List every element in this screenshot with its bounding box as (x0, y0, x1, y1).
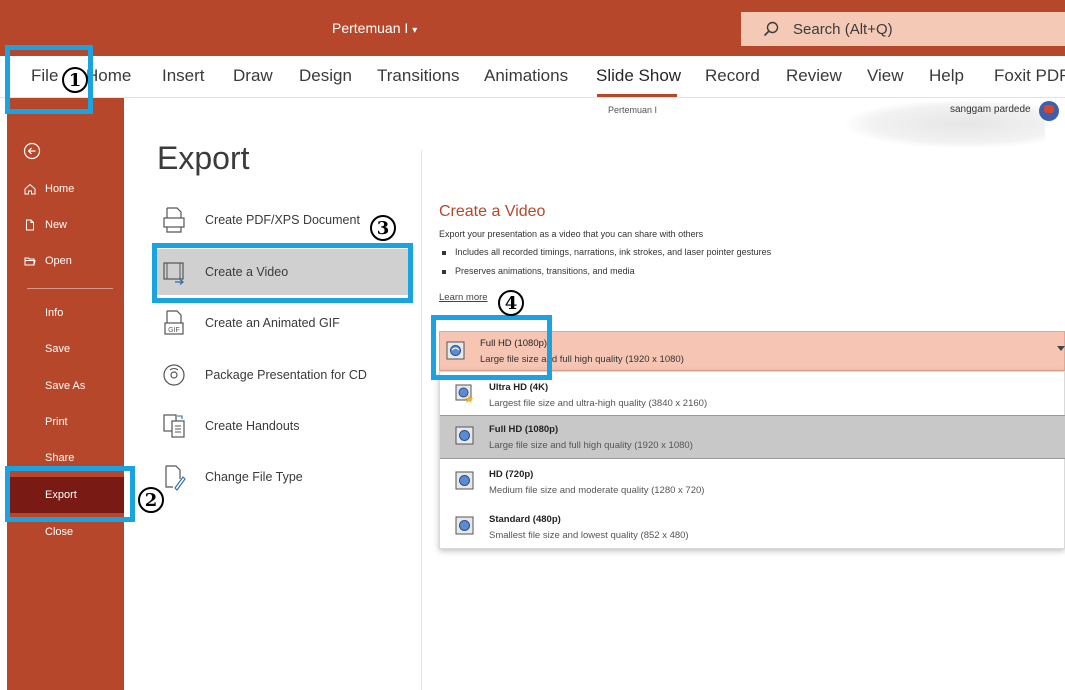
title-bar: Pertemuan I ▾ Search (Alt+Q) (0, 0, 1065, 56)
quality-option-480p-desc: Smallest file size and lowest quality (8… (489, 530, 689, 541)
nav-open-label: Open (45, 255, 72, 267)
highlight-quality-dropdown (431, 315, 552, 380)
nav-info[interactable]: Info (7, 295, 124, 331)
export-change-file-type-label: Change File Type (205, 470, 303, 484)
change-file-type-icon (165, 465, 186, 491)
tab-draw[interactable]: Draw (233, 66, 273, 86)
export-change-file-type[interactable]: Change File Type (155, 454, 410, 500)
nav-home-label: Home (45, 183, 75, 195)
tab-design[interactable]: Design (299, 66, 352, 86)
tab-review[interactable]: Review (786, 66, 842, 86)
export-create-handouts[interactable]: Create Handouts (155, 403, 410, 449)
panel-divider (421, 150, 422, 690)
tab-insert[interactable]: Insert (162, 66, 205, 86)
chevron-down-icon: ▾ (412, 25, 418, 36)
quality-option-480p-name: Standard (480p) (489, 514, 561, 525)
handouts-icon (163, 414, 185, 438)
cd-icon (163, 364, 185, 386)
search-placeholder: Search (Alt+Q) (793, 20, 893, 38)
quality-option-720p-name: HD (720p) (489, 469, 534, 480)
video-bullet-2-text: Preserves animations, transitions, and m… (455, 266, 635, 276)
quality-option-1080p-name: Full HD (1080p) (489, 424, 559, 435)
quality-option-4k[interactable]: Ultra HD (4K) Largest file size and ultr… (440, 374, 1065, 418)
svg-text:GIF: GIF (168, 327, 180, 334)
nav-save[interactable]: Save (7, 331, 124, 367)
quality-option-4k-desc: Largest file size and ultra-high quality… (489, 398, 708, 409)
step-4-marker: 4 (498, 290, 524, 316)
export-create-gif[interactable]: GIF Create an Animated GIF (155, 300, 410, 346)
pdf-document-icon (163, 207, 185, 233)
video-panel-description: Export your presentation as a video that… (439, 229, 704, 239)
highlight-export-nav (5, 466, 135, 522)
video-quality-options: Ultra HD (4K) Largest file size and ultr… (439, 371, 1065, 549)
user-name[interactable]: sanggam pardede (950, 104, 1031, 115)
powerpoint-window: Pertemuan I ▾ Search (Alt+Q) File Home In… (0, 0, 1065, 690)
document-title-menu[interactable]: Pertemuan I ▾ (332, 20, 417, 36)
quality-option-1080p[interactable]: Full HD (1080p) Large file size and full… (440, 415, 1065, 459)
step-3-marker: 3 (370, 215, 396, 241)
tab-help[interactable]: Help (929, 66, 964, 86)
active-tab-indicator (597, 94, 677, 97)
document-title: Pertemuan I (332, 20, 409, 36)
back-arrow-icon[interactable] (23, 142, 41, 160)
video-bullet-2: Preserves animations, transitions, and m… (442, 266, 635, 276)
quality-option-720p-desc: Medium file size and moderate quality (1… (489, 485, 705, 496)
quality-option-720p[interactable]: HD (720p) Medium file size and moderate … (440, 461, 1065, 505)
tab-foxit-pdf[interactable]: Foxit PDF (994, 66, 1065, 86)
tab-slide-show[interactable]: Slide Show (596, 66, 681, 86)
export-create-handouts-label: Create Handouts (205, 419, 300, 433)
quality-option-4k-name: Ultra HD (4K) (489, 382, 549, 393)
highlight-create-video (152, 243, 413, 303)
nav-save-as[interactable]: Save As (7, 368, 124, 404)
step-2-marker: 2 (138, 487, 164, 513)
ribbon-tabs: File Home Insert Draw Design Transitions… (0, 56, 1065, 98)
tab-view[interactable]: View (867, 66, 904, 86)
quality-option-480p[interactable]: Standard (480p) Smallest file size and l… (440, 506, 1065, 550)
search-icon (763, 21, 779, 37)
monitor-icon (455, 516, 474, 535)
nav-open[interactable]: Open (7, 243, 124, 279)
chevron-down-icon[interactable] (1057, 346, 1065, 351)
export-create-pdf-label: Create PDF/XPS Document (205, 213, 360, 227)
step-1-marker: 1 (62, 67, 88, 93)
video-panel-title: Create a Video (439, 203, 546, 220)
export-package-cd[interactable]: Package Presentation for CD (155, 352, 410, 398)
folder-icon (24, 257, 36, 266)
gif-icon: GIF (164, 310, 184, 335)
home-icon (24, 183, 36, 195)
nav-new-label: New (45, 219, 68, 231)
search-box[interactable]: Search (Alt+Q) (741, 12, 1065, 46)
learn-more-link[interactable]: Learn more (439, 292, 488, 303)
export-create-gif-label: Create an Animated GIF (205, 316, 340, 330)
tab-animations[interactable]: Animations (484, 66, 568, 86)
nav-new[interactable]: New (7, 207, 124, 243)
monitor-icon (455, 426, 474, 445)
export-package-cd-label: Package Presentation for CD (205, 368, 367, 382)
new-document-icon (26, 219, 34, 231)
nav-home[interactable]: Home (7, 171, 124, 207)
nav-separator (27, 288, 113, 289)
tab-transitions[interactable]: Transitions (377, 66, 460, 86)
monitor-star-icon (455, 384, 474, 403)
document-subtitle: Pertemuan I (608, 105, 658, 115)
avatar[interactable] (1039, 101, 1059, 121)
quality-option-1080p-desc: Large file size and full high quality (1… (489, 440, 693, 451)
backstage-nav: Home New Open Info Save Save As Print Sh… (7, 98, 124, 690)
page-title: Export (157, 140, 250, 176)
video-bullet-1: Includes all recorded timings, narration… (442, 247, 771, 257)
tab-record[interactable]: Record (705, 66, 760, 86)
video-bullet-1-text: Includes all recorded timings, narration… (455, 247, 772, 257)
nav-print[interactable]: Print (7, 404, 124, 440)
monitor-icon (455, 471, 474, 490)
